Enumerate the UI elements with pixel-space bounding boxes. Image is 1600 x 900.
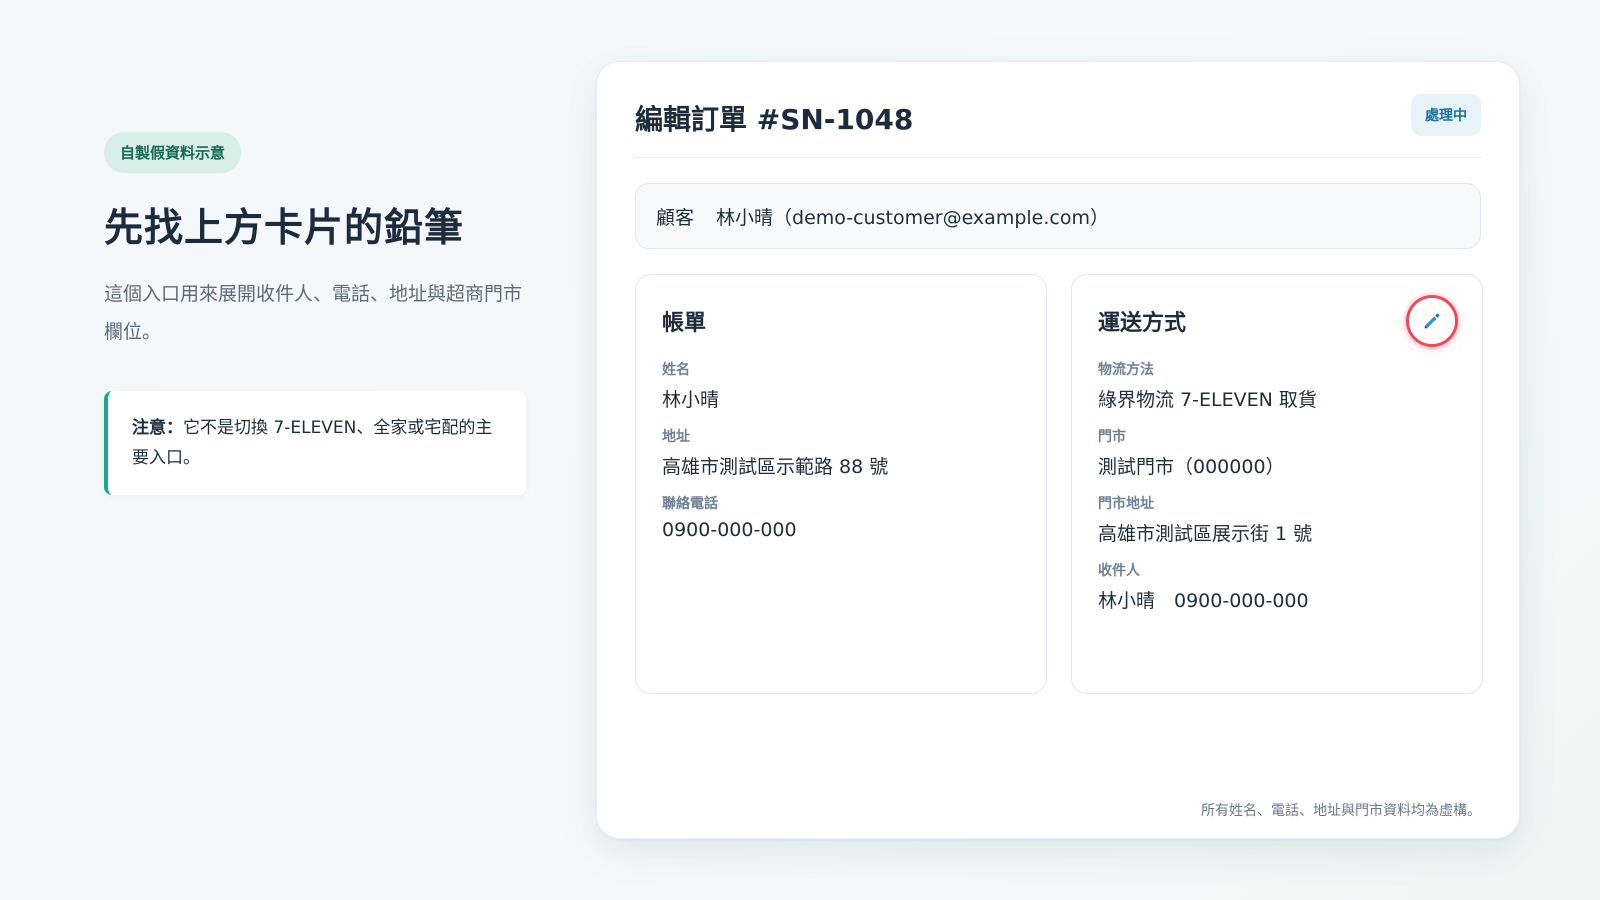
- field-value: 高雄市測試區展示街 1 號: [1098, 523, 1313, 545]
- field-label: 物流方法: [1098, 362, 1154, 378]
- billing-field-phone: 聯絡電話 0900-000-000: [662, 493, 1020, 541]
- pencil-icon: [1424, 313, 1440, 329]
- order-edit-card: 編輯訂單 #SN-1048 處理中 顧客 林小晴（demo-customer@e…: [596, 61, 1520, 839]
- customer-row: 顧客 林小晴（demo-customer@example.com）: [635, 183, 1481, 249]
- billing-field-name: 姓名 林小晴: [662, 359, 1020, 412]
- note-text: 它不是切換 7-ELEVEN、全家或宅配的主要入口。: [132, 418, 493, 468]
- field-value: 林小晴: [662, 389, 720, 411]
- intro-description: 這個入口用來展開收件人、電話、地址與超商門市欄位。: [104, 283, 523, 343]
- shipping-field-store-address: 門市地址 高雄市測試區展示街 1 號: [1098, 493, 1456, 546]
- status-badge: 處理中: [1411, 94, 1481, 136]
- shipping-field-recipient: 收件人 林小晴 0900-000-000: [1098, 560, 1456, 613]
- field-label: 聯絡電話: [662, 496, 718, 512]
- field-value: 高雄市測試區示範路 88 號: [662, 456, 889, 478]
- field-label: 門市: [1098, 429, 1126, 445]
- field-label: 門市地址: [1098, 496, 1154, 512]
- footer-note: 所有姓名、電話、地址與門市資料均為虛構。: [1201, 803, 1481, 819]
- customer-value: 林小晴（demo-customer@example.com）: [716, 206, 1109, 229]
- note-strong: 注意：: [132, 418, 183, 438]
- shipping-field-store: 門市 測試門市（000000）: [1098, 426, 1456, 479]
- billing-title: 帳單: [662, 311, 707, 336]
- card-header: 編輯訂單 #SN-1048 處理中: [635, 92, 1481, 158]
- billing-field-address: 地址 高雄市測試區示範路 88 號: [662, 426, 1020, 479]
- shipping-panel: 運送方式 物流方法 綠界物流 7-ELEVEN 取貨 門市 測試門市（00000…: [1071, 274, 1483, 694]
- demo-tag: 自製假資料示意: [104, 132, 242, 173]
- order-title: 編輯訂單 #SN-1048: [635, 103, 914, 136]
- field-label: 姓名: [662, 362, 690, 378]
- field-value: 綠界物流 7-ELEVEN 取貨: [1098, 389, 1317, 411]
- intro-headline: 先找上方卡片的鉛筆: [104, 206, 465, 251]
- intro-note: 注意：它不是切換 7-ELEVEN、全家或宅配的主要入口。: [104, 391, 526, 495]
- field-label: 地址: [662, 429, 690, 445]
- shipping-field-method: 物流方法 綠界物流 7-ELEVEN 取貨: [1098, 359, 1456, 412]
- field-value: 林小晴 0900-000-000: [1098, 590, 1309, 612]
- edit-shipping-button[interactable]: [1406, 295, 1458, 347]
- field-value: 0900-000-000: [662, 519, 797, 541]
- intro-panel: 自製假資料示意 先找上方卡片的鉛筆 這個入口用來展開收件人、電話、地址與超商門市…: [104, 132, 534, 495]
- customer-label: 顧客: [656, 206, 695, 229]
- shipping-title: 運送方式: [1098, 311, 1187, 336]
- billing-panel: 帳單 姓名 林小晴 地址 高雄市測試區示範路 88 號 聯絡電話 0900-00…: [635, 274, 1047, 694]
- field-value: 測試門市（000000）: [1098, 456, 1285, 478]
- field-label: 收件人: [1098, 563, 1140, 579]
